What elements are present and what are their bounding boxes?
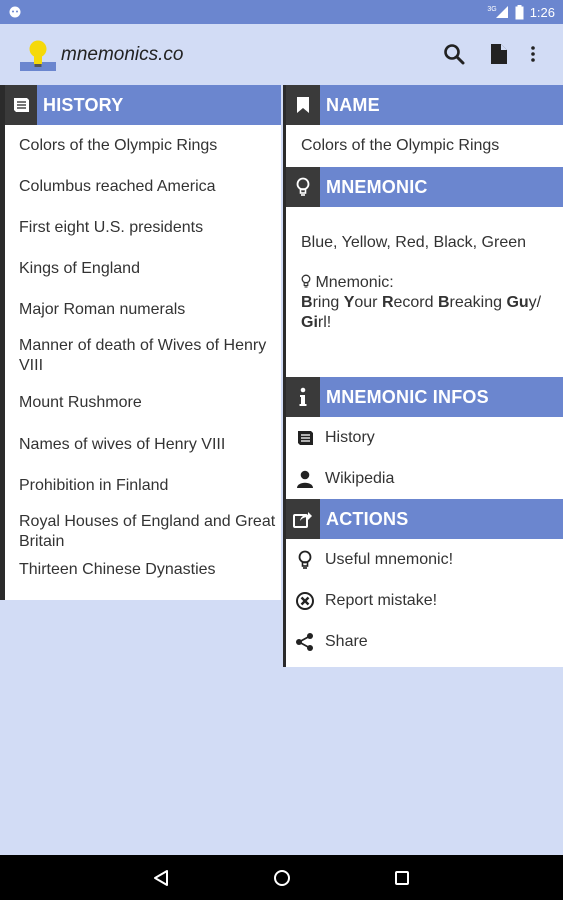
info-icon — [286, 377, 320, 417]
notification-icon — [9, 6, 21, 18]
close-circle-icon — [294, 590, 316, 612]
mnemonic-title: MNEMONIC — [326, 176, 428, 197]
history-panel: HISTORY Colors of the Olympic Rings Colu… — [0, 85, 281, 600]
mnemonic-initial: R — [381, 294, 394, 311]
signal-icon — [495, 6, 508, 18]
name-header: NAME — [286, 85, 563, 125]
history-item[interactable]: Royal Houses of England and Great Britai… — [5, 506, 281, 558]
more-vert-icon — [531, 46, 535, 62]
home-button[interactable] — [271, 867, 293, 889]
actions-title: ACTIONS — [326, 508, 409, 529]
share-button[interactable]: Share — [286, 621, 563, 662]
history-item[interactable]: Mount Rushmore — [5, 382, 281, 424]
mnemonic-answer: Blue, Yellow, Red, Black, Green — [301, 234, 527, 251]
lightbulb-icon — [294, 549, 316, 571]
status-time: 1:26 — [529, 4, 555, 20]
back-button[interactable] — [150, 867, 172, 889]
report-mistake-label: Report mistake! — [325, 591, 438, 609]
history-item[interactable]: First eight U.S. presidents — [5, 207, 281, 248]
mnemonic-phrase: Bring Your Record Breaking Guy/ Girl! — [301, 293, 551, 333]
mnemonic-word-rest: our — [354, 294, 382, 311]
app-title: mnemonics.co — [61, 44, 184, 65]
history-title: HISTORY — [43, 94, 124, 115]
history-item[interactable]: Major Roman numerals — [5, 289, 281, 330]
home-icon — [274, 870, 290, 886]
mnemonic-word-rest: reaking — [449, 294, 507, 311]
useful-mnemonic-label: Useful mnemonic! — [325, 550, 454, 568]
infos-header: MNEMONIC INFOS — [286, 377, 563, 417]
bookmark-icon — [286, 85, 320, 125]
mnemonic-word-rest: ring — [312, 294, 344, 311]
history-item[interactable]: Manner of death of Wives of Henry VIII — [5, 330, 281, 382]
mnemonic-header: MNEMONIC — [286, 167, 563, 207]
mnemonic-body: Blue, Yellow, Red, Black, Green Mnemonic… — [286, 207, 563, 377]
status-bar: 3G 1:26 — [0, 0, 563, 24]
infos-title: MNEMONIC INFOS — [326, 386, 489, 407]
person-icon — [294, 468, 316, 490]
mnemonic-initial: B — [437, 294, 450, 311]
info-wikipedia-link[interactable]: Wikipedia — [286, 458, 563, 499]
app-bar: mnemonics.co — [0, 24, 563, 85]
useful-mnemonic-button[interactable]: Useful mnemonic! — [286, 539, 563, 580]
mnemonic-word-rest: rl! — [317, 314, 332, 331]
book-icon — [294, 427, 316, 449]
document-button[interactable] — [486, 41, 512, 67]
book-icon — [5, 85, 37, 125]
history-list: Colors of the Olympic Rings Columbus rea… — [5, 125, 281, 589]
history-item[interactable]: Names of wives of Henry VIII — [5, 424, 281, 465]
small-lightbulb-icon — [301, 274, 311, 288]
history-item[interactable]: Columbus reached America — [5, 166, 281, 207]
search-button[interactable] — [441, 41, 467, 67]
battery-icon — [515, 4, 524, 19]
lightbulb-icon — [286, 167, 320, 207]
history-header: HISTORY — [5, 85, 281, 125]
history-item[interactable]: Kings of England — [5, 248, 281, 289]
recents-icon — [395, 871, 409, 885]
search-icon — [444, 44, 465, 65]
app-logo-icon — [20, 40, 56, 71]
name-title: NAME — [326, 94, 380, 115]
detail-panel: NAME Colors of the Olympic Rings MNEMONI… — [283, 85, 563, 667]
mnemonic-word-rest: ecord — [393, 294, 438, 311]
recents-button[interactable] — [391, 867, 413, 889]
external-share-icon — [286, 499, 320, 539]
mnemonic-word-rest: y/ — [528, 294, 542, 311]
mnemonic-label-row: Mnemonic: — [301, 273, 551, 293]
mnemonic-initial: Y — [343, 294, 355, 311]
back-icon — [154, 870, 168, 886]
mnemonic-label: Mnemonic: — [315, 274, 394, 291]
info-history-link[interactable]: History — [286, 417, 563, 458]
document-icon — [491, 44, 507, 64]
history-item[interactable]: Prohibition in Finland — [5, 465, 281, 506]
mnemonic-initial: Gu — [506, 294, 529, 311]
report-mistake-button[interactable]: Report mistake! — [286, 580, 563, 621]
navigation-bar — [0, 855, 563, 900]
mnemonic-name: Colors of the Olympic Rings — [301, 137, 500, 154]
actions-header: ACTIONS — [286, 499, 563, 539]
share-icon — [294, 631, 316, 653]
mnemonic-initial: B — [301, 294, 313, 311]
history-item[interactable]: Thirteen Chinese Dynasties — [5, 558, 281, 589]
info-wikipedia-label: Wikipedia — [325, 469, 395, 487]
history-item[interactable]: Colors of the Olympic Rings — [5, 125, 281, 166]
overflow-menu-button[interactable] — [520, 41, 546, 67]
share-label: Share — [325, 632, 368, 650]
info-history-label: History — [325, 428, 375, 446]
mnemonic-initial: Gi — [301, 314, 318, 331]
